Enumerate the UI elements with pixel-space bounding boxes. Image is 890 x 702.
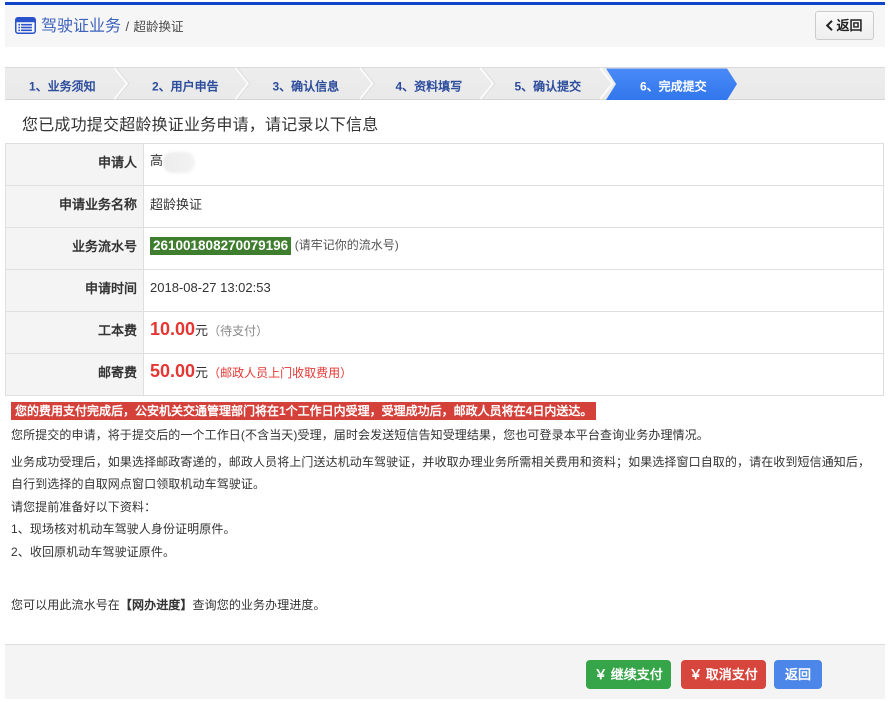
- svg-text:6、完成提交: 6、完成提交: [640, 79, 707, 94]
- svg-text:1、业务须知: 1、业务须知: [29, 79, 96, 94]
- svg-text:5、确认提交: 5、确认提交: [515, 79, 582, 94]
- svg-text:2、用户申告: 2、用户申告: [152, 79, 219, 94]
- svg-text:3、确认信息: 3、确认信息: [273, 79, 340, 94]
- svg-text:4、资料填写: 4、资料填写: [396, 79, 463, 94]
